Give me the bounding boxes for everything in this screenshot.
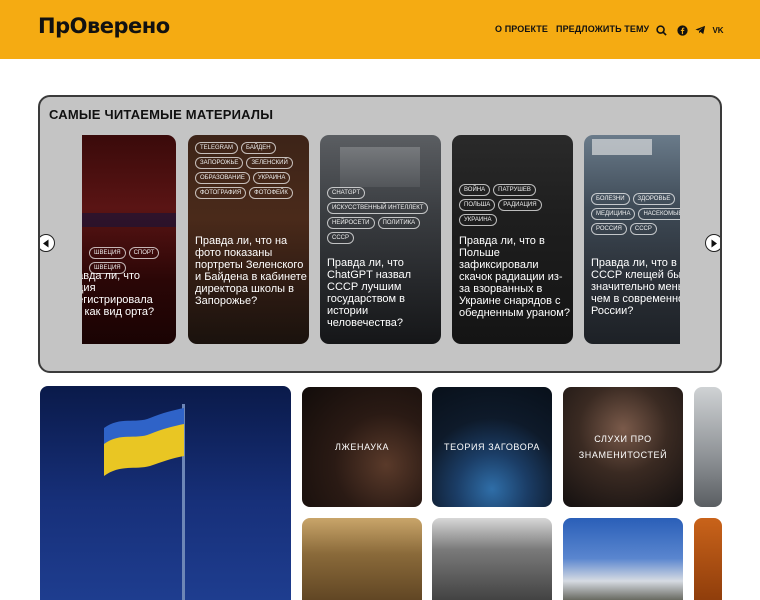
- search-icon[interactable]: [655, 24, 667, 36]
- vk-icon[interactable]: VK: [712, 24, 724, 36]
- carousel-next-button[interactable]: [705, 234, 720, 252]
- tag[interactable]: НЕЙРОСЕТИ: [327, 217, 375, 229]
- tag[interactable]: ПОЛЬША: [459, 199, 496, 211]
- category-label: ТЕОРИЯ ЗАГОВОРА: [444, 442, 540, 452]
- tag[interactable]: УКРАИНА: [252, 172, 291, 184]
- tag[interactable]: СССР: [629, 223, 657, 235]
- category-tile[interactable]: [694, 518, 722, 600]
- article-card[interactable]: TELEGRAM БАЙДЕН ЗАПОРОЖЬЕ ЗЕЛЕНСКИЙ ОБРА…: [188, 135, 309, 344]
- category-tile-conspiracy[interactable]: ТЕОРИЯ ЗАГОВОРА: [432, 387, 552, 507]
- tag[interactable]: ПОЛИТИКА: [377, 217, 421, 229]
- tag[interactable]: БОЛЕЗНИ: [591, 193, 630, 205]
- tag[interactable]: СССР: [327, 232, 355, 244]
- tag[interactable]: ФОТОФЕЙК: [249, 187, 293, 199]
- card-title[interactable]: Правда ли, что на фото показаны портреты…: [195, 235, 307, 307]
- chevron-left-icon: [43, 239, 49, 247]
- category-tile[interactable]: [432, 518, 552, 600]
- article-card[interactable]: ВОЙНА ПАТРУШЕВ ПОЛЬША РАДИАЦИЯ УКРАИНА П…: [452, 135, 573, 344]
- tag[interactable]: ШВЕЦИЯ: [89, 247, 126, 259]
- tag[interactable]: ВОЙНА: [459, 184, 491, 196]
- tag[interactable]: ОБРАЗОВАНИЕ: [195, 172, 250, 184]
- card-title[interactable]: Правда ли, что в СССР клещей бы значител…: [591, 257, 680, 317]
- card-title[interactable]: Правда ли, что ChatGPT назвал СССР лучши…: [327, 257, 439, 329]
- nav-about[interactable]: О ПРОЕКТЕ: [495, 24, 548, 34]
- tag[interactable]: СПОРТ: [128, 247, 160, 259]
- tag[interactable]: РОССИЯ: [591, 223, 627, 235]
- chevron-right-icon: [711, 239, 717, 247]
- tag[interactable]: УКРАИНА: [459, 214, 497, 226]
- article-card[interactable]: ШВЕЦИЯ СПОРТ ШВЕЦИЯ равда ли, что еция р…: [82, 135, 176, 344]
- tag[interactable]: НАСЕКОМЫЕ: [638, 208, 680, 220]
- logo-text: ПрОверено: [38, 14, 170, 38]
- tag[interactable]: ЗДОРОВЬЕ: [632, 193, 676, 205]
- category-label: СЛУХИ ПРО ЗНАМЕНИТОСТЕЙ: [578, 434, 668, 460]
- section-title: САМЫЕ ЧИТАЕМЫЕ МАТЕРИАЛЫ: [49, 107, 274, 122]
- most-read-carousel[interactable]: ШВЕЦИЯ СПОРТ ШВЕЦИЯ равда ли, что еция р…: [82, 135, 680, 345]
- category-tile-partial[interactable]: [694, 387, 722, 507]
- ukraine-flag-image: [104, 408, 184, 476]
- category-label: ЛЖЕНАУКА: [334, 442, 390, 452]
- telegram-icon[interactable]: [694, 24, 706, 36]
- tag[interactable]: ЗЕЛЕНСКИЙ: [246, 157, 293, 169]
- tag[interactable]: МЕДИЦИНА: [591, 208, 636, 220]
- tag[interactable]: ЗАПОРОЖЬЕ: [195, 157, 244, 169]
- nav-suggest-topic[interactable]: ПРЕДЛОЖИТЬ ТЕМУ: [556, 24, 649, 34]
- most-read-section: САМЫЕ ЧИТАЕМЫЕ МАТЕРИАЛЫ ШВЕЦИЯ СПОРТ ШВ…: [38, 95, 722, 373]
- tag[interactable]: CHATGPT: [327, 187, 366, 199]
- tag[interactable]: БАЙДЕН: [241, 142, 276, 154]
- site-header: ПрОверено О ПРОЕКТЕ ПРЕДЛОЖИТЬ ТЕМУ VK: [0, 0, 760, 59]
- card-title[interactable]: равда ли, что еция регистрировала кс как…: [82, 270, 166, 318]
- category-tile-pseudoscience[interactable]: ЛЖЕНАУКА: [302, 387, 422, 507]
- tag[interactable]: РАДИАЦИЯ: [498, 199, 542, 211]
- tag[interactable]: TELEGRAM: [195, 142, 239, 154]
- carousel-prev-button[interactable]: [40, 234, 55, 252]
- tag[interactable]: ПАТРУШЕВ: [493, 184, 536, 196]
- tag[interactable]: ИСКУССТВЕННЫЙ ИНТЕЛЛЕКТ: [327, 202, 429, 214]
- category-tile-celebrity-rumors[interactable]: СЛУХИ ПРО ЗНАМЕНИТОСТЕЙ: [563, 387, 683, 507]
- site-logo[interactable]: ПрОверено: [38, 14, 170, 38]
- vk-label: VK: [712, 25, 724, 35]
- category-tile[interactable]: [302, 518, 422, 600]
- article-card[interactable]: CHATGPT ИСКУССТВЕННЫЙ ИНТЕЛЛЕКТ НЕЙРОСЕТ…: [320, 135, 441, 344]
- card-title[interactable]: Правда ли, что в Польше зафиксировали ск…: [459, 235, 571, 319]
- article-card[interactable]: БОЛЕЗНИ ЗДОРОВЬЕ МЕДИЦИНА НАСЕКОМЫЕ РОСС…: [584, 135, 680, 344]
- category-tile[interactable]: [563, 518, 683, 600]
- tag[interactable]: ФОТОГРАФИЯ: [195, 187, 247, 199]
- facebook-icon[interactable]: [676, 24, 688, 36]
- featured-image-tile[interactable]: [40, 386, 291, 600]
